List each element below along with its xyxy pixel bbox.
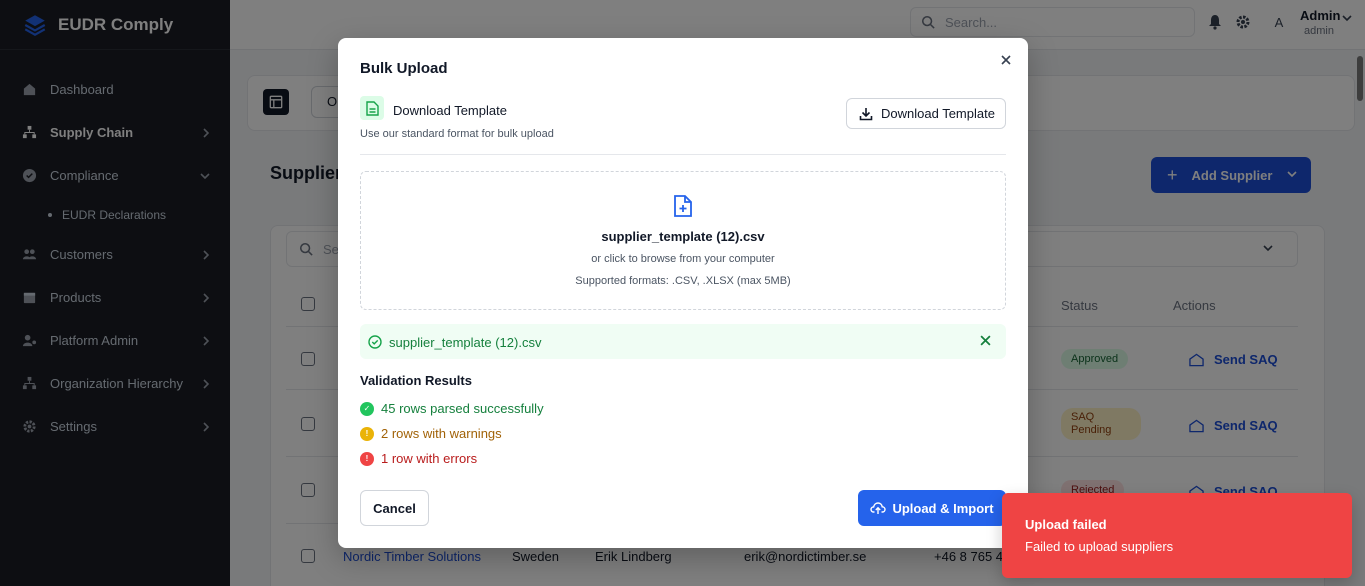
toast-message: Failed to upload suppliers [1025,539,1174,554]
check-circle-icon [368,335,382,349]
upload-import-button[interactable]: Upload & Import [858,490,1006,526]
download-template-label: Download Template [881,106,995,121]
upload-import-label: Upload & Import [892,500,994,516]
divider [360,154,1006,155]
dropzone-formats: Supported formats: .CSV, .XLSX (max 5MB) [575,275,791,287]
warning-icon: ! [360,426,374,441]
dialog-title: Bulk Upload [360,60,448,77]
file-text-icon [360,96,384,120]
upload-cloud-icon [870,502,887,514]
bulk-upload-dialog: Bulk Upload Download Template Use our st… [338,38,1028,548]
file-plus-icon [674,195,692,217]
template-title: Download Template [393,103,507,118]
selected-file-name: supplier_template (12).csv [389,335,542,350]
close-icon[interactable] [998,52,1014,68]
error-icon: ! [360,451,374,466]
validation-success-text: 45 rows parsed successfully [381,401,544,416]
selected-file-bar: supplier_template (12).csv [360,324,1006,359]
toast-title: Upload failed [1025,517,1107,532]
validation-warning: ! 2 rows with warnings [360,426,502,441]
error-toast[interactable]: Upload failed Failed to upload suppliers [1002,493,1352,578]
validation-error-text: 1 row with errors [381,451,478,466]
download-template-button[interactable]: Download Template [846,98,1006,129]
dropzone-hint: or click to browse from your computer [591,253,775,265]
validation-success: ✓ 45 rows parsed successfully [360,401,544,416]
validation-warning-text: 2 rows with warnings [381,426,502,441]
validation-error: ! 1 row with errors [360,451,477,466]
dropzone-file-name: supplier_template (12).csv [601,229,765,244]
remove-file-icon[interactable] [980,335,991,346]
cancel-button[interactable]: Cancel [360,490,429,526]
success-icon: ✓ [360,401,374,416]
template-description: Use our standard format for bulk upload [360,128,554,140]
validation-title: Validation Results [360,373,472,388]
file-dropzone[interactable]: supplier_template (12).csv or click to b… [360,171,1006,310]
download-icon [859,107,873,120]
